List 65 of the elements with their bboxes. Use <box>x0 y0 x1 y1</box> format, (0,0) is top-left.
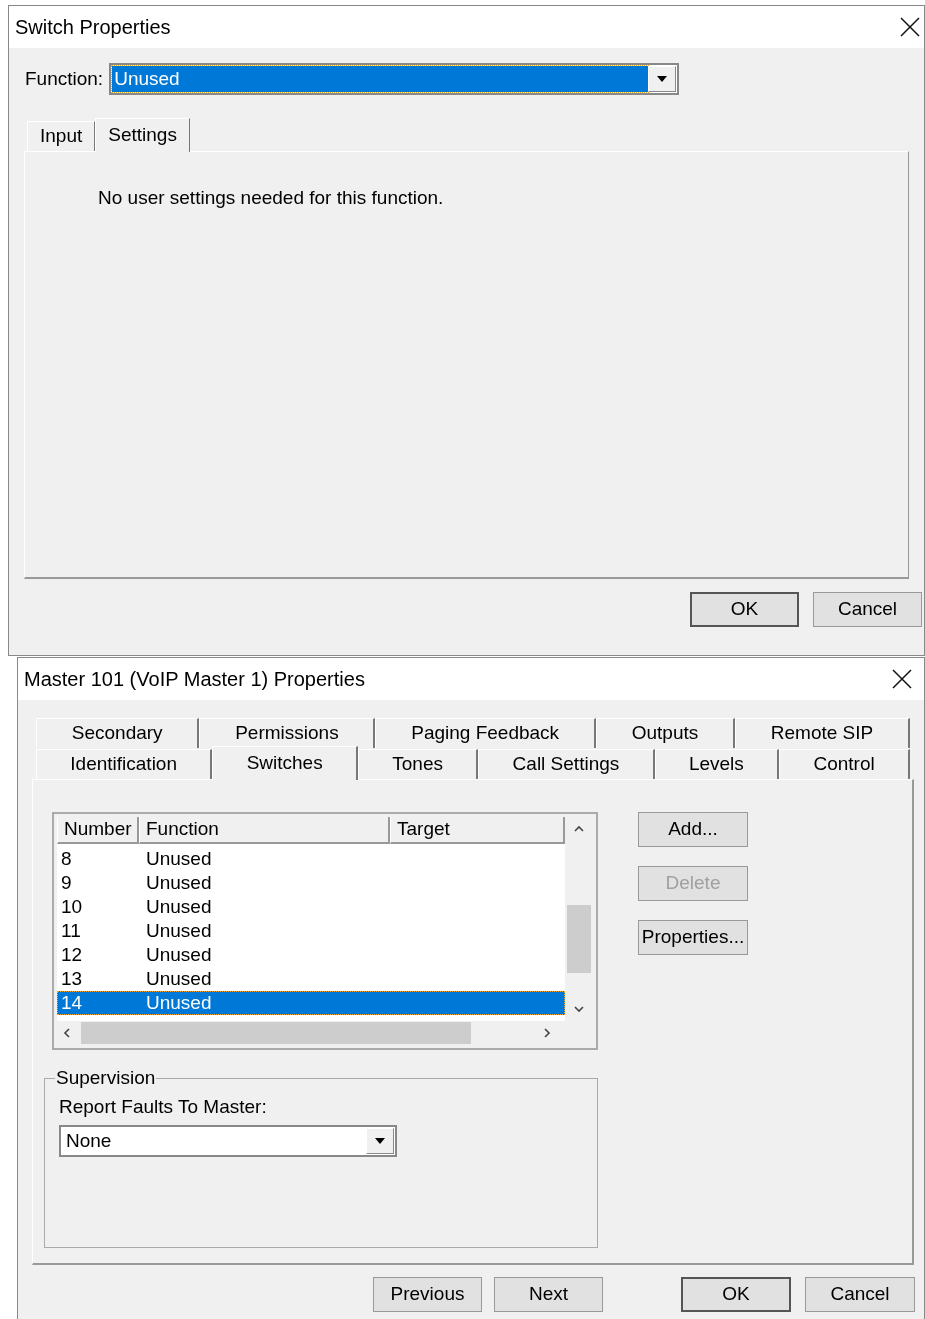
number-cell-text: 9 <box>60 870 73 895</box>
close-icon[interactable] <box>900 17 920 37</box>
table-row[interactable]: 14 Unused <box>57 991 565 1015</box>
tab[interactable]: Levels <box>654 749 780 779</box>
group-title: Supervision <box>55 1066 157 1090</box>
dialog-button[interactable]: Cancel <box>805 1277 915 1312</box>
scroll-thumb[interactable] <box>81 1022 471 1044</box>
tab[interactable]: Input <box>27 121 96 151</box>
report-dropdown[interactable]: None <box>59 1125 397 1157</box>
tab[interactable]: Tones <box>357 749 479 779</box>
table-row[interactable]: 9 Unused <box>57 871 565 895</box>
close-icon[interactable] <box>892 669 912 689</box>
table-row[interactable]: 10 Unused <box>57 895 565 919</box>
table-row[interactable]: 11 Unused <box>57 919 565 943</box>
tab[interactable]: Permissions <box>199 718 376 748</box>
side-button[interactable]: Add... <box>638 812 748 847</box>
number-cell-text: 10 <box>60 894 84 919</box>
dropdown-value: None <box>65 1128 113 1153</box>
info-text: No user settings needed for this function. <box>98 187 444 208</box>
scroll-left-icon[interactable] <box>61 1027 73 1039</box>
number-cell-text: 14 <box>60 990 84 1015</box>
dialog-button[interactable]: OK <box>690 592 799 627</box>
table-row[interactable]: 12 Unused <box>57 943 565 967</box>
window-title: Switch Properties <box>15 15 171 40</box>
dialog-button[interactable]: OK <box>681 1277 791 1312</box>
tab[interactable]: Paging Feedback <box>375 718 596 748</box>
field-label: Report Faults To Master: <box>59 1094 268 1119</box>
column-header[interactable]: Number <box>57 817 139 844</box>
function-dropdown[interactable]: Unused <box>109 63 680 95</box>
tab[interactable]: Settings <box>95 118 190 152</box>
dropdown-value: Unused <box>112 66 649 92</box>
number-cell-text: 12 <box>60 942 84 967</box>
tab[interactable]: Secondary <box>36 718 200 748</box>
tab[interactable]: Remote SIP <box>735 718 910 748</box>
scroll-thumb[interactable] <box>567 905 591 973</box>
scroll-right-icon[interactable] <box>541 1027 553 1039</box>
tab[interactable]: Control <box>779 749 910 779</box>
number-cell-text: 8 <box>60 846 73 871</box>
side-button[interactable]: Properties... <box>638 920 748 955</box>
dialog-button[interactable]: Next <box>494 1277 603 1312</box>
scroll-down-icon[interactable] <box>573 1003 585 1015</box>
number-cell-text: 13 <box>60 966 84 991</box>
function-label: Function: <box>25 66 104 91</box>
function-cell-text: Unused <box>146 990 213 1015</box>
dialog-button[interactable]: Cancel <box>813 592 922 627</box>
function-cell-text: Unused <box>146 846 213 871</box>
function-cell-text: Unused <box>146 942 213 967</box>
function-cell-text: Unused <box>146 966 213 991</box>
table-row[interactable]: 13 Unused <box>57 967 565 991</box>
tab[interactable]: Call Settings <box>478 749 655 779</box>
function-cell-text: Unused <box>146 894 213 919</box>
dropdown-button[interactable] <box>366 1128 394 1154</box>
function-cell-text: Unused <box>146 870 213 895</box>
caret-icon <box>375 1138 385 1144</box>
window-title: Master 101 (VoIP Master 1) Properties <box>24 667 365 692</box>
tab[interactable]: Identification <box>36 749 213 779</box>
dialog-button[interactable]: Previous <box>373 1277 482 1312</box>
column-header[interactable]: Function <box>139 817 390 844</box>
caret-icon <box>657 76 668 82</box>
tab[interactable]: Switches <box>212 746 358 780</box>
tab[interactable]: Outputs <box>595 718 735 748</box>
function-cell-text: Unused <box>146 918 213 943</box>
dropdown-button[interactable] <box>648 66 677 92</box>
number-cell-text: 11 <box>60 918 82 943</box>
table-row[interactable]: 8 Unused <box>57 847 565 871</box>
